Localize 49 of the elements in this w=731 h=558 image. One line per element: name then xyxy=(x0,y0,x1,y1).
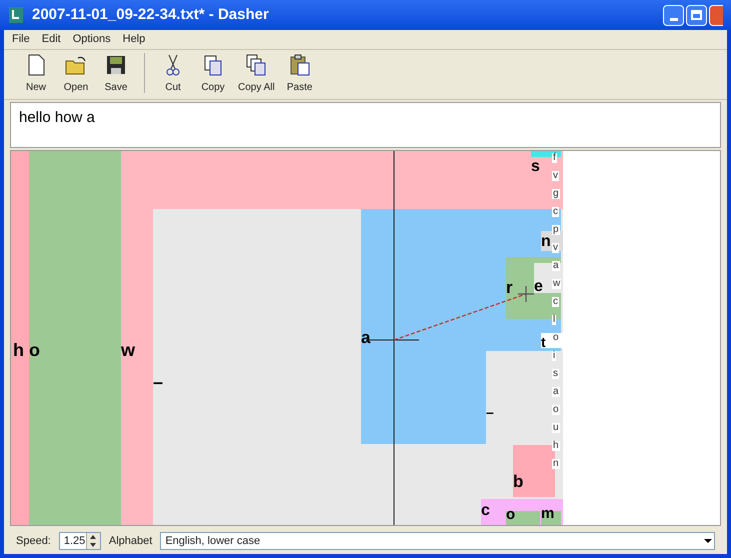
text-value: hello how a xyxy=(19,109,95,126)
toolbar-button[interactable]: Cut xyxy=(153,53,193,95)
letter-label: o xyxy=(506,507,516,522)
letter-label: f xyxy=(552,153,557,163)
speed-label: Speed: xyxy=(16,534,51,549)
letter-label: h xyxy=(13,341,24,359)
letter-label: – xyxy=(486,405,494,419)
toolbar-button[interactable]: New xyxy=(16,53,56,95)
menu-item[interactable]: File xyxy=(12,31,30,48)
letter-label: c xyxy=(481,503,490,519)
letter-label: w xyxy=(121,341,136,359)
letter-label: r xyxy=(506,279,513,296)
letter-label: s xyxy=(531,159,540,175)
letter-label: e xyxy=(534,279,543,295)
menu-item[interactable]: Edit xyxy=(42,31,61,48)
letter-label: i xyxy=(552,351,556,361)
toolbar-button[interactable]: Copy xyxy=(193,53,233,95)
letter-label: c xyxy=(552,207,559,217)
toolbar-button[interactable]: Save xyxy=(96,53,136,95)
letter-label: o xyxy=(552,405,560,415)
letter-label: a xyxy=(552,261,560,271)
letter-label: u xyxy=(552,423,560,433)
letter-label: c xyxy=(552,297,559,307)
menu-item[interactable]: Help xyxy=(122,31,146,48)
letter-label: p xyxy=(552,225,560,235)
letter-label: n xyxy=(541,234,551,250)
letter-label: n xyxy=(552,459,560,469)
toolbar-button[interactable]: Open xyxy=(56,53,96,95)
letter-label: s xyxy=(552,369,559,379)
letter-label: g xyxy=(552,189,560,199)
letter-label: o xyxy=(552,333,560,343)
alphabet-label: Alphabet xyxy=(108,534,152,549)
letter-label: a xyxy=(552,387,560,397)
menu-item[interactable]: Options xyxy=(72,31,111,48)
window-title: 2007-11-01_09-22-34.txt* - Dasher xyxy=(32,4,269,25)
letter-label: l xyxy=(552,315,556,325)
toolbar-button[interactable]: Copy All xyxy=(233,53,280,95)
toolbar-button[interactable]: Paste xyxy=(280,53,320,95)
letter-label: – xyxy=(153,373,164,391)
letter-label: h xyxy=(552,441,560,451)
letter-label: b xyxy=(513,473,524,490)
letter-label: w xyxy=(552,279,562,289)
letter-label: o xyxy=(29,341,40,359)
letter-label: v xyxy=(552,243,559,253)
letter-label: m xyxy=(541,506,554,521)
alphabet-dropdown[interactable]: English, lower case xyxy=(160,532,715,550)
text-area[interactable]: hello how a xyxy=(10,102,721,148)
letter-label: t xyxy=(541,335,546,349)
letter-label: v xyxy=(552,171,559,181)
